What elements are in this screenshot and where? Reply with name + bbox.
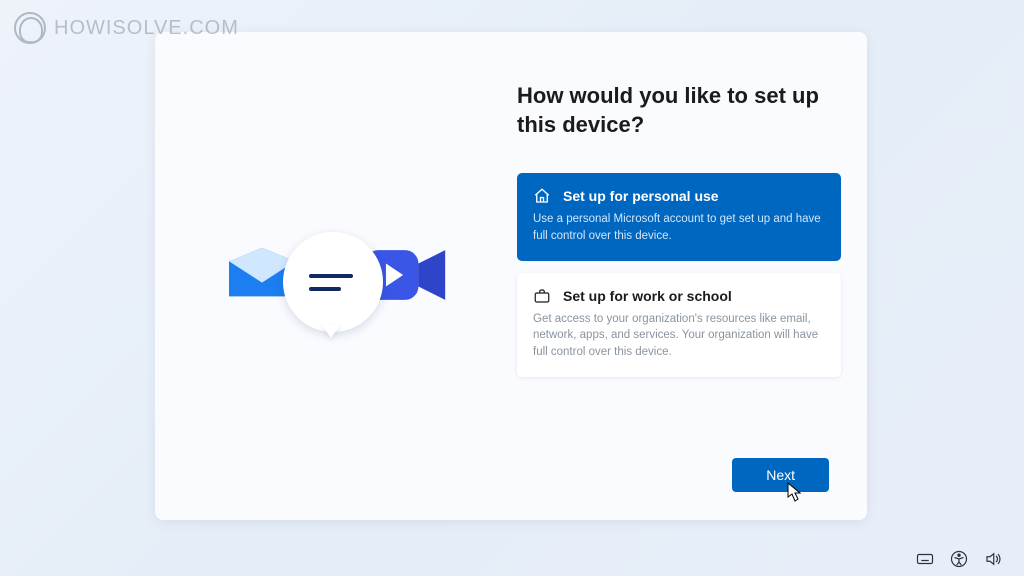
setup-illustration	[223, 206, 443, 346]
volume-icon[interactable]	[984, 550, 1002, 568]
accessibility-icon[interactable]	[950, 550, 968, 568]
keyboard-icon[interactable]	[916, 550, 934, 568]
system-tray	[916, 550, 1002, 568]
briefcase-icon	[533, 287, 551, 305]
watermark-icon	[14, 12, 46, 44]
option-description: Use a personal Microsoft account to get …	[533, 211, 825, 244]
page-heading: How would you like to set up this device…	[517, 82, 841, 139]
option-personal-use[interactable]: Set up for personal use Use a personal M…	[517, 173, 841, 260]
watermark-text: HOWISOLVE.COM	[54, 17, 239, 40]
illustration-pane	[155, 32, 511, 520]
content-pane: How would you like to set up this device…	[511, 32, 867, 520]
option-title: Set up for personal use	[563, 188, 719, 204]
watermark-logo: HOWISOLVE.COM	[14, 12, 239, 44]
home-icon	[533, 187, 551, 205]
chat-bubble-icon	[283, 232, 383, 332]
option-description: Get access to your organization's resour…	[533, 311, 825, 361]
option-work-school[interactable]: Set up for work or school Get access to …	[517, 273, 841, 377]
next-button[interactable]: Next	[732, 458, 829, 492]
option-title: Set up for work or school	[563, 288, 732, 304]
oobe-window: How would you like to set up this device…	[155, 32, 867, 520]
mouse-cursor-icon	[787, 482, 801, 502]
